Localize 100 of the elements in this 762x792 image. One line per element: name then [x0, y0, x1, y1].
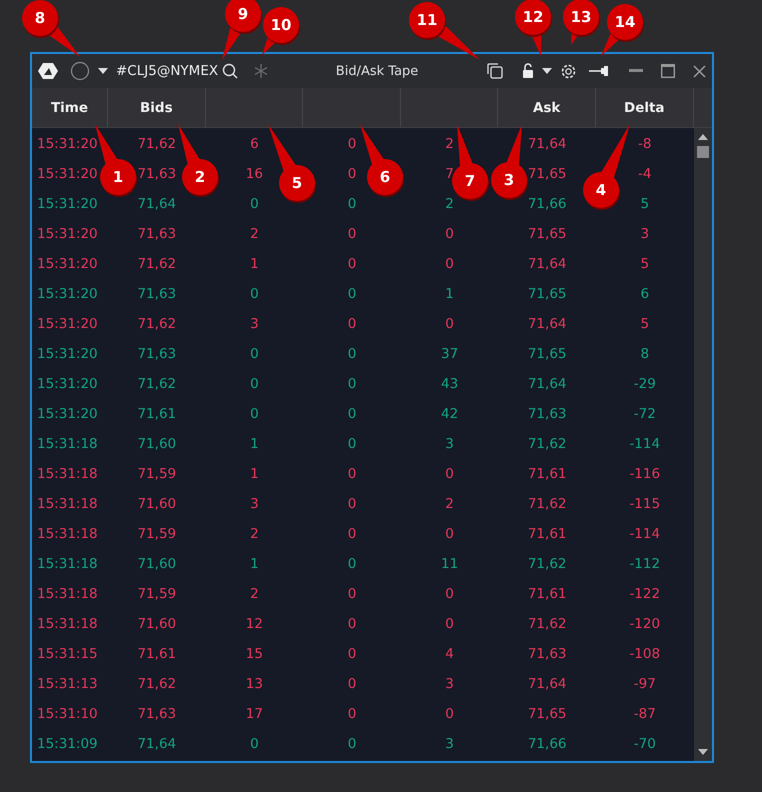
table-cell: 0 — [250, 346, 259, 362]
table-cell: 71,61 — [528, 466, 566, 482]
table-cell: 0 — [348, 646, 356, 662]
table-cell: 15:31:18 — [37, 586, 98, 602]
table-cell: 71,63 — [528, 646, 566, 662]
table-cell: 71,63 — [137, 226, 176, 242]
table-cell: -114 — [629, 526, 660, 542]
table-cell: -116 — [629, 466, 660, 482]
table-cell: 71,65 — [528, 286, 566, 302]
table-cell: 6 — [640, 286, 650, 302]
table-cell: 0 — [348, 376, 356, 392]
table-cell: 71,66 — [528, 196, 566, 212]
table-cell: 0 — [348, 616, 356, 632]
scroll-thumb[interactable] — [697, 146, 709, 158]
column-header[interactable]: Time — [32, 88, 108, 127]
table-cell: 71,64 — [528, 316, 566, 332]
table-cell: 15:31:09 — [37, 736, 98, 752]
table-cell: 16 — [246, 166, 263, 182]
table-cell: -114 — [629, 436, 660, 452]
table-cell: 0 — [445, 316, 454, 332]
table-cell: 3 — [250, 316, 259, 332]
table-cell: 17 — [246, 706, 263, 722]
table-cell: 71,61 — [137, 406, 176, 422]
table-cell: -112 — [629, 556, 660, 572]
column-header[interactable]: Ask — [498, 88, 596, 127]
table-cell: -72 — [634, 406, 656, 422]
table-cell: 71,65 — [528, 226, 566, 242]
table-cell: -4 — [638, 166, 652, 182]
table-cell: 15:31:20 — [37, 196, 98, 212]
table-cell: 5 — [640, 316, 650, 332]
scrollbar[interactable] — [694, 128, 712, 761]
search-icon[interactable] — [222, 63, 238, 79]
table-cell: 71,60 — [137, 496, 176, 512]
table-cell: 0 — [445, 616, 454, 632]
close-icon[interactable] — [693, 64, 706, 78]
table-cell: 0 — [348, 136, 356, 152]
table-cell: 0 — [348, 406, 356, 422]
maximize-icon[interactable] — [661, 64, 675, 78]
table-cell: 43 — [440, 376, 458, 392]
circle-icon[interactable] — [70, 61, 90, 81]
table-cell: 8 — [640, 346, 650, 362]
table-cell: -115 — [629, 496, 660, 512]
table-cell: 42 — [440, 406, 458, 422]
table-cell: 15:31:20 — [37, 166, 98, 182]
table-cell: 15:31:18 — [37, 556, 98, 572]
table-cell: 2 — [250, 526, 259, 542]
table-cell: 0 — [348, 256, 356, 272]
table-cell: 15:31:20 — [37, 136, 98, 152]
table-cell: 0 — [348, 226, 356, 242]
caret-icon[interactable] — [542, 68, 552, 74]
table-cell: 2 — [250, 226, 259, 242]
table-cell: 0 — [348, 556, 356, 572]
table-cell: 0 — [250, 286, 259, 302]
scroll-up-icon[interactable] — [698, 134, 708, 140]
table-cell: 71,60 — [137, 436, 176, 452]
table-cell: 71,62 — [528, 436, 566, 452]
table-cell: 15:31:13 — [37, 676, 98, 692]
scroll-down-icon[interactable] — [698, 749, 708, 755]
table-cell: -122 — [629, 586, 660, 602]
table-cell: 15:31:20 — [37, 376, 98, 392]
table-cell: 71,62 — [528, 616, 566, 632]
table-cell: 0 — [348, 496, 356, 512]
table-cell: 71,64 — [137, 736, 176, 752]
column-header[interactable]: Bids — [108, 88, 206, 127]
table-cell: 71,64 — [528, 376, 566, 392]
table-cell: 0 — [445, 466, 454, 482]
table-cell: 0 — [348, 706, 356, 722]
table-cell: 0 — [348, 436, 356, 452]
table-cell: 0 — [348, 316, 356, 332]
table-cell: 15:31:20 — [37, 226, 98, 242]
table-cell: 15:31:18 — [37, 616, 98, 632]
table-cell: -97 — [634, 676, 656, 692]
table-cell: 71,62 — [137, 316, 176, 332]
table-cell: 71,62 — [137, 676, 176, 692]
column-header[interactable]: Delta — [596, 88, 694, 127]
pin-icon[interactable] — [589, 66, 609, 76]
logo-icon[interactable] — [38, 62, 58, 80]
table-cell: 71,62 — [528, 556, 566, 572]
table-cell: 0 — [250, 406, 259, 422]
table-cell: 5 — [640, 256, 650, 272]
table-cell: 0 — [445, 526, 454, 542]
table-cell: 1 — [250, 256, 259, 272]
table-cell: 71,63 — [137, 706, 176, 722]
copy-icon[interactable] — [486, 62, 504, 80]
snowflake-icon[interactable] — [254, 64, 268, 78]
table-cell: 15:31:10 — [37, 706, 98, 722]
settings-icon[interactable] — [560, 62, 577, 80]
symbol-label[interactable]: #CLJ5@NYMEX — [116, 63, 218, 79]
table-cell: 71,62 — [137, 256, 176, 272]
table-cell: 15:31:18 — [37, 436, 98, 452]
lock-icon[interactable] — [522, 63, 534, 79]
table-cell: -70 — [634, 736, 656, 752]
table-cell: 0 — [348, 286, 356, 302]
table-cell: 7 — [445, 166, 454, 182]
table-cell: 71,59 — [137, 526, 176, 542]
caret-icon[interactable] — [98, 68, 108, 74]
table-cell: 71,64 — [528, 256, 566, 272]
table-cell: 37 — [440, 346, 458, 362]
table-cell: 71,63 — [137, 286, 176, 302]
minimize-icon[interactable] — [629, 69, 643, 73]
